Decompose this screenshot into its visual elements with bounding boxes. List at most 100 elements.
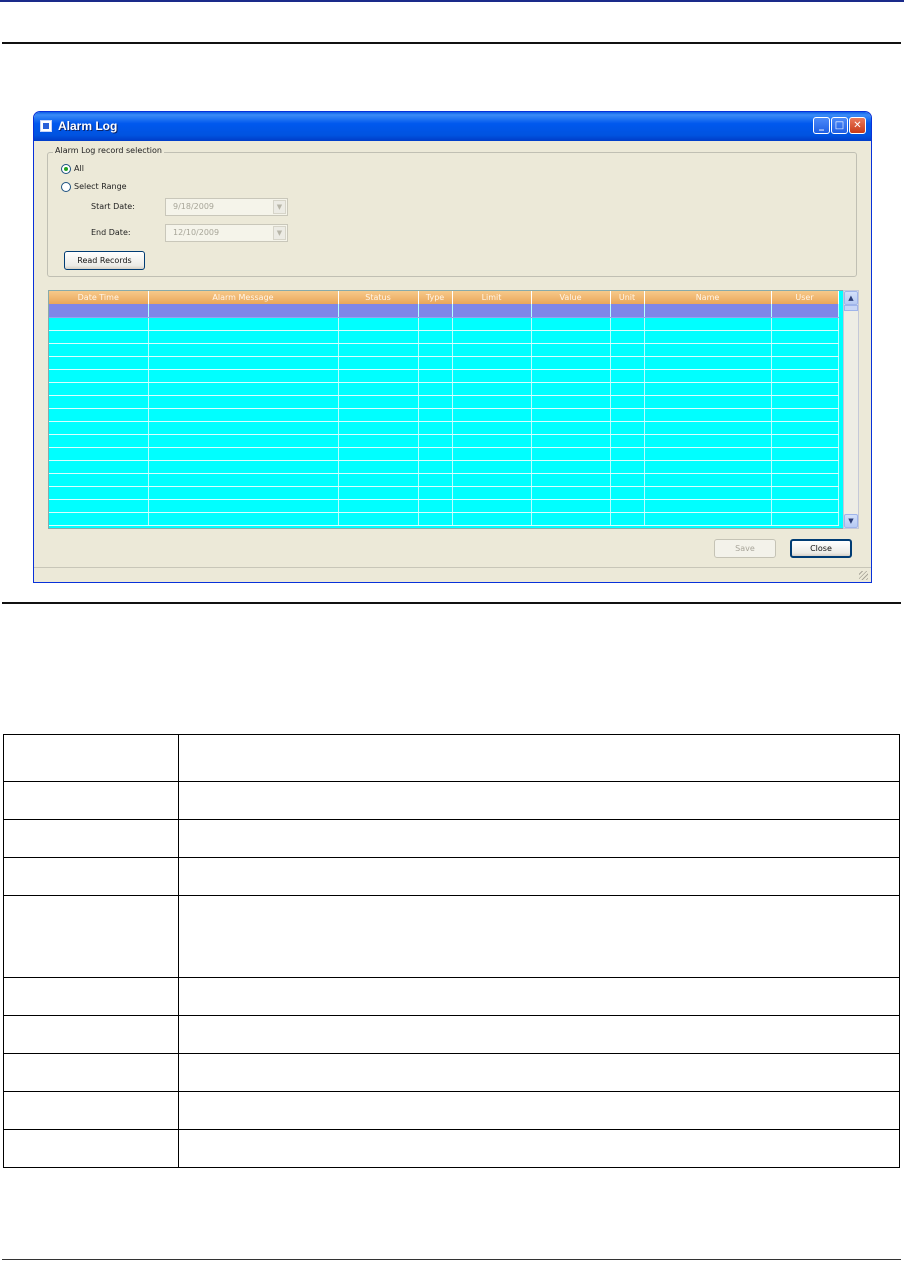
table-cell[interactable] — [771, 434, 839, 448]
table-row[interactable] — [49, 304, 839, 318]
table-cell[interactable] — [610, 512, 645, 526]
table-cell[interactable] — [771, 460, 839, 474]
table-cell[interactable] — [148, 304, 339, 318]
table-cell[interactable] — [338, 317, 419, 331]
title-bar[interactable]: Alarm Log _ □ ✕ — [34, 112, 871, 141]
alarm-grid[interactable]: Date Time Alarm Message Status Type Limit Val… — [48, 290, 845, 529]
end-date-combo[interactable]: 12/10/2009 ▼ — [165, 224, 288, 242]
table-cell[interactable] — [531, 304, 611, 318]
table-cell[interactable] — [610, 317, 645, 331]
table-cell[interactable] — [338, 499, 419, 513]
table-cell[interactable] — [418, 460, 453, 474]
table-cell[interactable] — [452, 512, 532, 526]
table-cell[interactable] — [644, 421, 772, 435]
table-cell[interactable] — [338, 330, 419, 344]
table-cell[interactable] — [452, 460, 532, 474]
table-cell[interactable] — [418, 330, 453, 344]
column-header-limit[interactable]: Limit — [452, 291, 532, 304]
table-cell[interactable] — [148, 330, 339, 344]
table-cell[interactable] — [644, 343, 772, 357]
column-header-date-time[interactable]: Date Time — [49, 291, 149, 304]
table-row[interactable] — [49, 473, 839, 487]
table-cell[interactable] — [418, 434, 453, 448]
table-cell[interactable] — [771, 408, 839, 422]
table-cell[interactable] — [531, 382, 611, 396]
table-cell[interactable] — [531, 356, 611, 370]
table-cell[interactable] — [531, 473, 611, 487]
table-cell[interactable] — [148, 499, 339, 513]
table-cell[interactable] — [644, 447, 772, 461]
table-cell[interactable] — [338, 395, 419, 409]
table-row[interactable] — [49, 447, 839, 461]
table-cell[interactable] — [338, 382, 419, 396]
table-cell[interactable] — [610, 343, 645, 357]
table-cell[interactable] — [644, 473, 772, 487]
table-row[interactable] — [49, 395, 839, 409]
table-cell[interactable] — [49, 473, 149, 487]
table-cell[interactable] — [49, 304, 149, 318]
radio-select-range[interactable] — [61, 182, 71, 192]
table-cell[interactable] — [531, 460, 611, 474]
start-date-combo[interactable]: 9/18/2009 ▼ — [165, 198, 288, 216]
table-cell[interactable] — [610, 330, 645, 344]
table-cell[interactable] — [531, 343, 611, 357]
table-cell[interactable] — [771, 499, 839, 513]
table-row[interactable] — [49, 343, 839, 357]
column-header-unit[interactable]: Unit — [610, 291, 645, 304]
table-cell[interactable] — [148, 369, 339, 383]
table-row[interactable] — [49, 499, 839, 513]
table-row[interactable] — [49, 434, 839, 448]
table-cell[interactable] — [452, 356, 532, 370]
table-cell[interactable] — [49, 356, 149, 370]
table-row[interactable] — [49, 512, 839, 526]
table-cell[interactable] — [338, 434, 419, 448]
table-cell[interactable] — [49, 408, 149, 422]
table-cell[interactable] — [148, 486, 339, 500]
chevron-down-icon[interactable]: ▼ — [273, 200, 286, 214]
radio-all-label[interactable]: All — [74, 164, 84, 173]
table-cell[interactable] — [771, 317, 839, 331]
table-cell[interactable] — [49, 447, 149, 461]
minimize-button[interactable]: _ — [813, 117, 830, 134]
table-cell[interactable] — [148, 408, 339, 422]
close-window-button[interactable]: ✕ — [849, 117, 866, 134]
table-cell[interactable] — [771, 369, 839, 383]
table-cell[interactable] — [644, 330, 772, 344]
chevron-down-icon[interactable]: ▼ — [273, 226, 286, 240]
table-cell[interactable] — [644, 408, 772, 422]
table-cell[interactable] — [610, 447, 645, 461]
table-cell[interactable] — [610, 356, 645, 370]
table-cell[interactable] — [610, 499, 645, 513]
table-cell[interactable] — [771, 486, 839, 500]
table-cell[interactable] — [610, 408, 645, 422]
table-cell[interactable] — [418, 395, 453, 409]
table-cell[interactable] — [644, 434, 772, 448]
table-cell[interactable] — [531, 395, 611, 409]
table-row[interactable] — [49, 486, 839, 500]
table-cell[interactable] — [452, 473, 532, 487]
table-cell[interactable] — [418, 512, 453, 526]
table-cell[interactable] — [418, 473, 453, 487]
table-cell[interactable] — [452, 434, 532, 448]
table-cell[interactable] — [644, 395, 772, 409]
table-cell[interactable] — [452, 499, 532, 513]
table-cell[interactable] — [338, 343, 419, 357]
table-cell[interactable] — [610, 369, 645, 383]
table-cell[interactable] — [418, 408, 453, 422]
table-cell[interactable] — [452, 343, 532, 357]
vertical-scrollbar[interactable]: ▲ ▼ — [843, 290, 859, 529]
table-cell[interactable] — [148, 356, 339, 370]
table-cell[interactable] — [531, 434, 611, 448]
table-cell[interactable] — [148, 421, 339, 435]
table-cell[interactable] — [148, 447, 339, 461]
resize-grip-icon[interactable] — [859, 571, 868, 580]
table-cell[interactable] — [610, 486, 645, 500]
table-cell[interactable] — [644, 369, 772, 383]
table-cell[interactable] — [418, 317, 453, 331]
table-cell[interactable] — [148, 395, 339, 409]
table-cell[interactable] — [418, 369, 453, 383]
table-cell[interactable] — [49, 369, 149, 383]
table-cell[interactable] — [452, 421, 532, 435]
table-cell[interactable] — [452, 395, 532, 409]
table-cell[interactable] — [771, 304, 839, 318]
